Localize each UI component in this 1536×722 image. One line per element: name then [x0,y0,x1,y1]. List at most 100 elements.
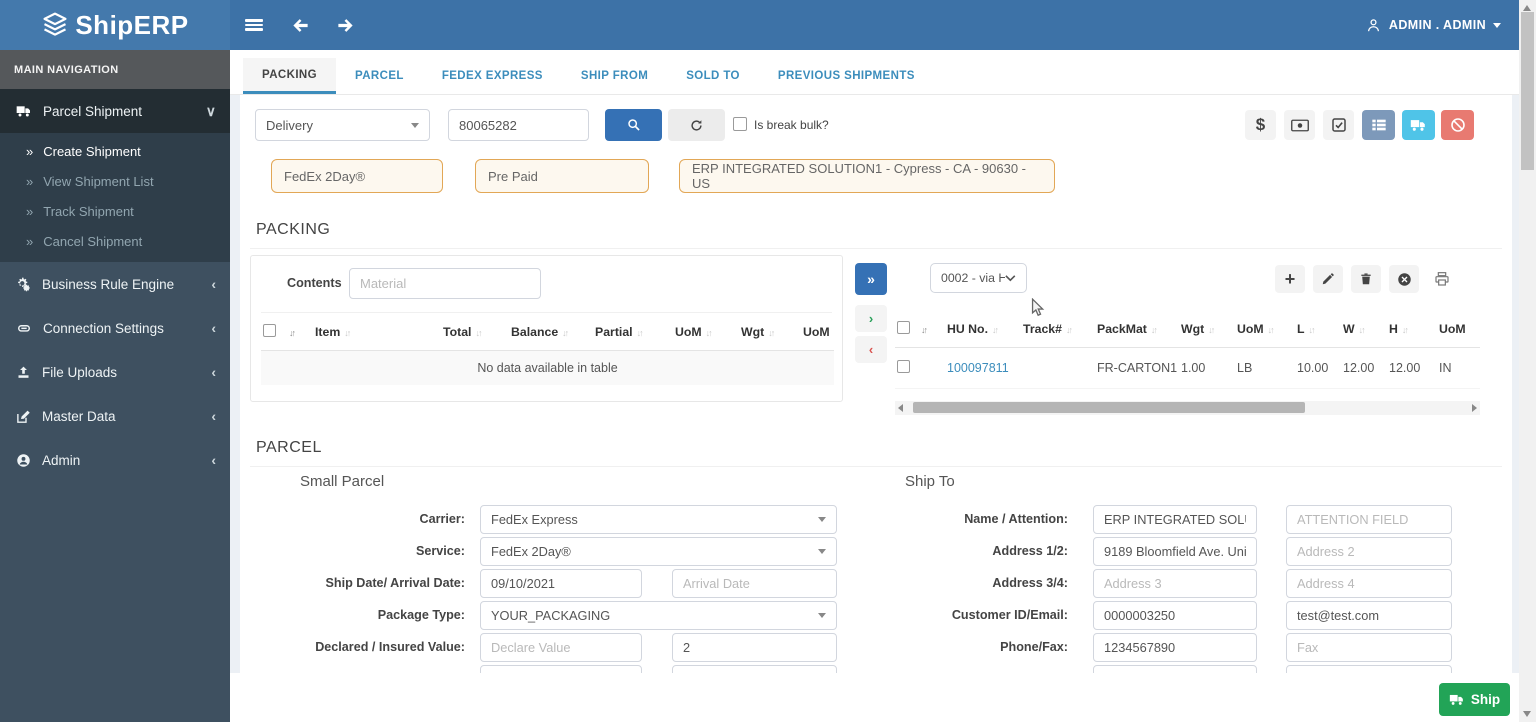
hu-table-hscrollbar[interactable] [895,401,1480,415]
packmat-cell: FR-CARTON1 [1097,361,1178,375]
tab-parcel[interactable]: PARCEL [336,58,423,94]
sidebar-item-track-shipment[interactable]: » Track Shipment [0,196,230,226]
sidebar-item-admin[interactable]: Admin ‹ [0,438,230,482]
caret-down-icon [411,122,419,128]
tab-packing[interactable]: PACKING [243,58,336,94]
hscroll-thumb[interactable] [913,402,1305,413]
ship-to-heading: Ship To [905,473,955,490]
scroll-up-arrow[interactable] [1523,5,1531,11]
void-button[interactable] [1441,110,1474,140]
scroll-right-arrow[interactable] [1472,404,1477,412]
back-button[interactable] [278,0,322,50]
tab-previous-shipments[interactable]: PREVIOUS SHIPMENTS [759,58,934,94]
rate-quote-button[interactable]: $ [1245,110,1276,140]
column-header-wgt[interactable]: Wgt ↓↑ [739,314,801,351]
sidebar-toggle-button[interactable] [232,0,276,50]
ship-button[interactable]: Ship [1439,683,1510,716]
ship-mode-button[interactable] [1402,110,1435,140]
column-header-packmat[interactable]: PackMat ↓↑ [1095,311,1179,348]
refresh-button[interactable] [668,109,725,141]
column-header-uom2[interactable]: UoM [1437,311,1480,348]
edit-hu-button[interactable] [1313,265,1343,293]
chevron-left-icon: ‹ [211,364,216,380]
column-header-item[interactable]: Item ↓↑ [313,314,441,351]
select-all-hu-checkbox[interactable] [897,321,910,334]
tab-ship-from[interactable]: SHIP FROM [562,58,667,94]
payment-info-box: Pre Paid [475,159,649,193]
brand-logo[interactable]: ShipERP [0,0,230,50]
address3-input[interactable] [1093,569,1257,598]
document-type-select[interactable]: Delivery [255,109,430,141]
vscroll-thumb[interactable] [1521,12,1534,170]
address1-input[interactable] [1093,537,1257,566]
ship-to-name-input[interactable] [1093,505,1257,534]
dim-uom-cell: IN [1439,361,1452,375]
column-header-balance[interactable]: Balance ↓↑ [509,314,593,351]
name-attention-label: Name / Attention: [964,512,1068,526]
break-bulk-checkbox[interactable] [733,117,747,131]
user-name: ADMIN . ADMIN [1388,18,1486,32]
column-header-total[interactable]: Total ↓↑ [441,314,509,351]
validate-button[interactable] [1323,110,1354,140]
package-type-select[interactable]: YOUR_PACKAGING [480,601,837,630]
column-header-uom2[interactable]: UoM [801,314,834,351]
phone-input[interactable] [1093,633,1257,662]
address2-input[interactable] [1286,537,1452,566]
column-header-uom[interactable]: UoM ↓↑ [673,314,739,351]
sidebar-item-connection-settings[interactable]: Connection Settings ‹ [0,306,230,350]
forward-button[interactable] [323,0,367,50]
arrival-date-input[interactable] [672,569,837,598]
column-header-l[interactable]: L ↓↑ [1295,311,1341,348]
gears-icon [16,277,31,292]
print-label-button[interactable] [1427,265,1457,293]
sort-icon[interactable]: ↓↑ [289,328,296,338]
sidebar-item-master-data[interactable]: Master Data ‹ [0,394,230,438]
hu-number-link[interactable]: 100097811 [947,361,1009,375]
search-button[interactable] [605,109,662,141]
delete-hu-button[interactable] [1351,265,1381,293]
sort-icon[interactable]: ↓↑ [921,325,928,335]
tab-sold-to[interactable]: SOLD TO [667,58,759,94]
sidebar-item-create-shipment[interactable]: » Create Shipment [0,136,230,166]
insured-value-input[interactable] [672,633,837,662]
payment-button[interactable] [1284,110,1315,140]
address4-input[interactable] [1286,569,1452,598]
column-header-hu-no[interactable]: HU No. ↓↑ [945,311,1021,348]
page-vscrollbar[interactable] [1519,0,1536,722]
column-header-track[interactable]: Track# ↓↑ [1021,311,1095,348]
column-header-uom[interactable]: UoM ↓↑ [1235,311,1295,348]
unpack-selected-button[interactable]: ‹ [855,336,887,363]
email-input[interactable] [1286,601,1452,630]
hu-row-checkbox[interactable] [897,360,910,373]
user-menu[interactable]: ADMIN . ADMIN [1365,0,1501,50]
sidebar-item-file-uploads[interactable]: File Uploads ‹ [0,350,230,394]
sidebar-item-cancel-shipment[interactable]: » Cancel Shipment [0,226,230,256]
carrier-select[interactable]: FedEx Express [480,505,837,534]
list-view-button[interactable] [1362,110,1395,140]
void-hu-button[interactable] [1389,265,1419,293]
scroll-down-arrow[interactable] [1523,711,1531,717]
pack-selected-button[interactable]: › [855,305,887,332]
column-header-h[interactable]: H ↓↑ [1387,311,1437,348]
declare-value-input[interactable] [480,633,642,662]
sidebar-item-parcel-shipment[interactable]: Parcel Shipment ∨ [0,89,230,133]
column-header-w[interactable]: W ↓↑ [1341,311,1387,348]
service-select[interactable]: FedEx 2Day® [480,537,837,566]
sidebar-item-business-rule-engine[interactable]: Business Rule Engine ‹ [0,262,230,306]
customer-id-input[interactable] [1093,601,1257,630]
add-hu-button[interactable]: + [1275,265,1305,293]
arrow-right-icon [336,16,355,35]
attention-input[interactable] [1286,505,1452,534]
scroll-left-arrow[interactable] [898,404,903,412]
column-header-wgt[interactable]: Wgt ↓↑ [1179,311,1235,348]
document-number-input[interactable] [448,109,589,141]
tab-fedex-express[interactable]: FEDEX EXPRESS [423,58,562,94]
hu-select[interactable]: 0002 - via H [930,263,1027,293]
material-input[interactable] [349,268,541,299]
pack-all-button[interactable]: » [855,263,887,295]
select-all-checkbox[interactable] [263,324,276,337]
column-header-partial[interactable]: Partial ↓↑ [593,314,673,351]
sidebar-item-view-shipment-list[interactable]: » View Shipment List [0,166,230,196]
ship-date-input[interactable] [480,569,642,598]
fax-input[interactable] [1286,633,1452,662]
